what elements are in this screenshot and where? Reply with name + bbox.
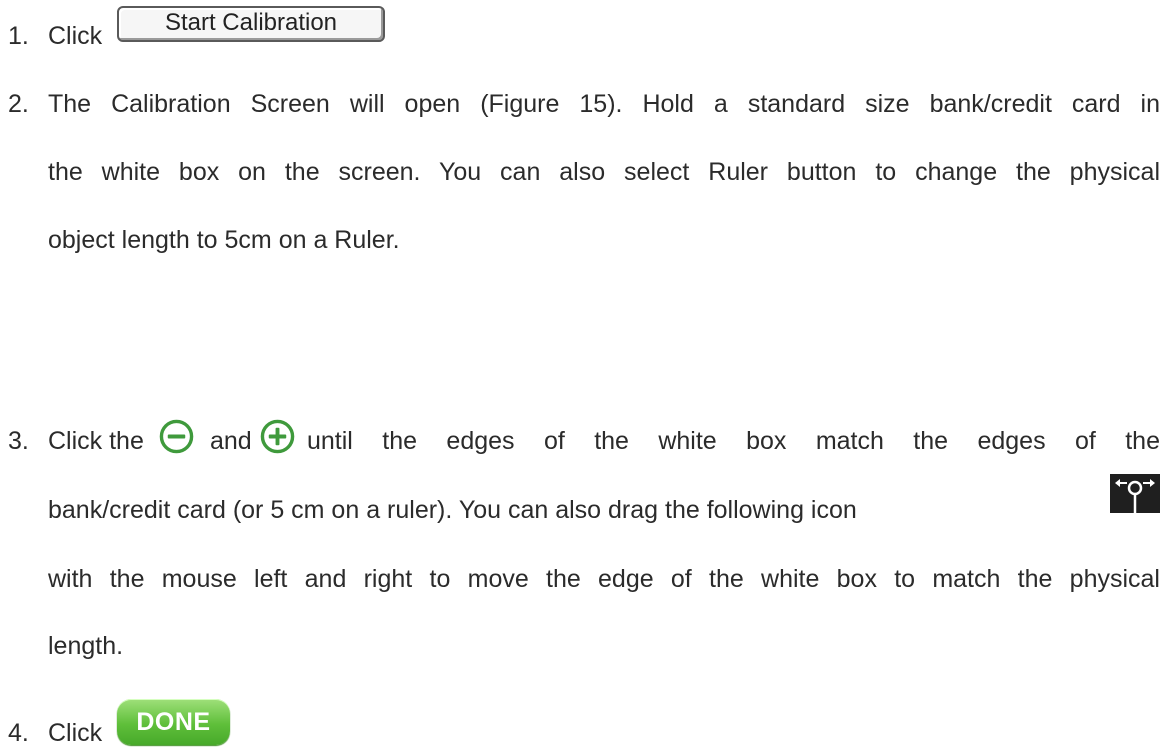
- step-3-line-2: bank/credit card (or 5 cm on a ruler). Y…: [48, 496, 857, 524]
- step-3-number: 3.: [8, 427, 29, 455]
- step-3-click-the: Click the: [48, 427, 144, 455]
- move-edge-icon[interactable]: [1110, 474, 1160, 513]
- step-2-line-3: object length to 5cm on a Ruler.: [48, 226, 400, 254]
- step-2-line-1: The Calibration Screen will open (Figure…: [48, 90, 1160, 118]
- start-calibration-button[interactable]: Start Calibration: [117, 6, 385, 42]
- step-2-number: 2.: [8, 90, 29, 118]
- step-1-number: 1.: [8, 22, 29, 50]
- step-3-line-4: length.: [48, 632, 124, 660]
- done-button[interactable]: DONE: [117, 699, 230, 745]
- step-1-prefix: Click: [48, 22, 103, 50]
- plus-circle-icon[interactable]: [260, 419, 295, 454]
- step-3-line-1-suffix: until the edges of the white box match t…: [307, 427, 1160, 455]
- step-3-and: and: [210, 427, 252, 455]
- step-3-line-3: with the mouse left and right to move th…: [48, 565, 1160, 593]
- step-2-line-2: the white box on the screen. You can als…: [48, 158, 1160, 186]
- step-4-number: 4.: [8, 719, 29, 747]
- step-4-prefix: Click: [48, 719, 103, 747]
- minus-circle-icon[interactable]: [159, 419, 194, 454]
